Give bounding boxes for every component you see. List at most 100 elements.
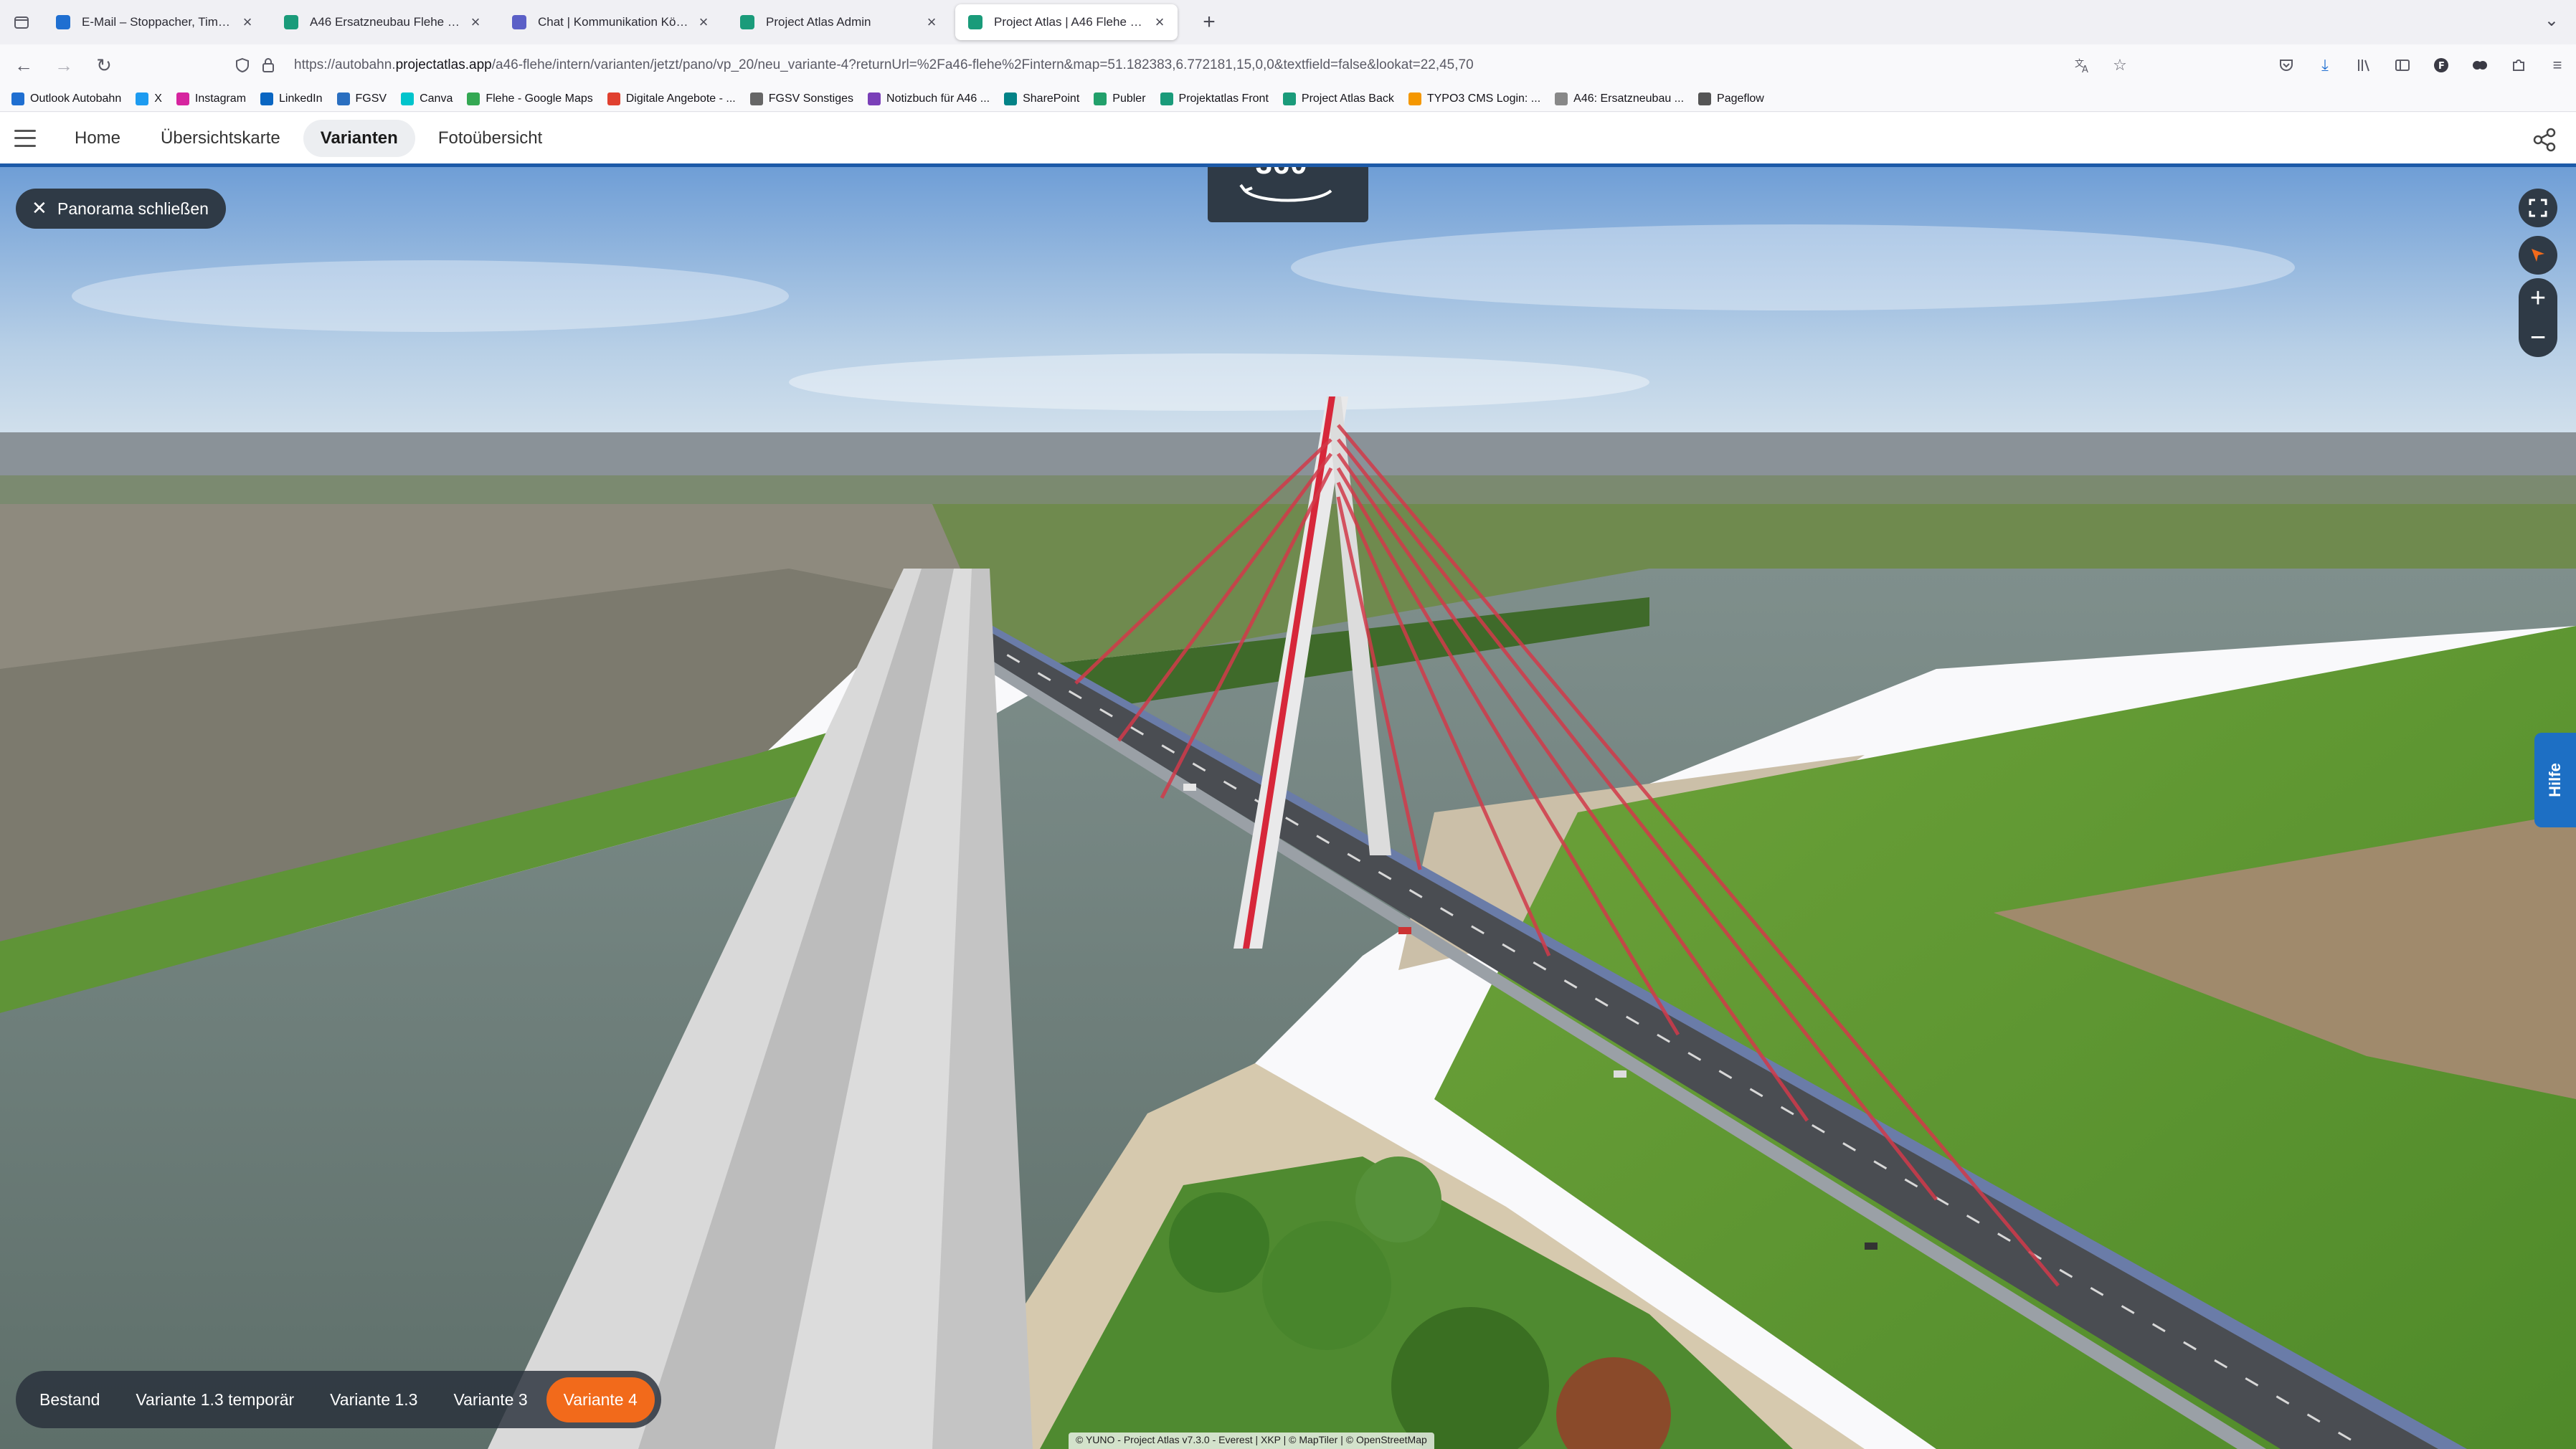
downloads-icon[interactable]: ⤓ — [2314, 54, 2336, 77]
help-label: Hilfe — [2546, 763, 2564, 797]
browser-tab[interactable]: Project Atlas Admin × — [727, 4, 950, 40]
zoom-control: + − — [2519, 278, 2557, 357]
bookmark-item[interactable]: Projektatlas Front — [1160, 92, 1269, 105]
sidebar-icon[interactable] — [2391, 54, 2414, 77]
fullscreen-button[interactable] — [2519, 189, 2557, 227]
browser-tab[interactable]: A46 Ersatzneubau Flehe | PJ A46 × — [271, 4, 493, 40]
bookmark-label: TYPO3 CMS Login: ... — [1426, 92, 1541, 105]
help-tab[interactable]: Hilfe — [2534, 733, 2576, 827]
bookmark-item[interactable]: X — [136, 92, 162, 105]
menu-icon[interactable]: ≡ — [2546, 54, 2569, 77]
bookmark-label: Canva — [420, 92, 453, 105]
bookmark-label: FGSV — [355, 92, 387, 105]
url-bar[interactable]: https://autobahn.projectatlas.app/a46-fl… — [229, 49, 2166, 82]
bookmark-label: Flehe - Google Maps — [486, 92, 593, 105]
variant-button[interactable]: Bestand — [22, 1377, 117, 1422]
bookmark-item[interactable]: Pageflow — [1698, 92, 1764, 105]
zoom-out-button[interactable]: − — [2530, 324, 2546, 351]
extension-mask-icon[interactable] — [2468, 54, 2491, 77]
bookmark-icon — [1408, 92, 1421, 105]
tab-close-icon[interactable]: × — [694, 13, 713, 32]
tab-close-icon[interactable]: × — [922, 13, 941, 32]
bookmark-label: X — [154, 92, 162, 105]
translate-icon[interactable]: 文A — [2071, 54, 2094, 77]
close-panorama-button[interactable]: ✕ Panorama schließen — [16, 189, 226, 229]
bookmark-item[interactable]: A46: Ersatzneubau ... — [1555, 92, 1684, 105]
nav-item-home[interactable]: Home — [57, 120, 138, 157]
bookmark-item[interactable]: FGSV Sonstiges — [749, 92, 854, 105]
nav-item-übersichtskarte[interactable]: Übersichtskarte — [143, 120, 298, 157]
lock-icon[interactable] — [255, 57, 281, 73]
bookmark-item[interactable]: Canva — [401, 92, 453, 105]
share-icon[interactable] — [2532, 127, 2557, 153]
nav-item-fotoübersicht[interactable]: Fotoübersicht — [421, 120, 559, 157]
forward-button[interactable]: → — [47, 49, 80, 82]
new-tab-button[interactable]: + — [1195, 10, 1223, 34]
bookmark-item[interactable]: TYPO3 CMS Login: ... — [1408, 92, 1540, 105]
variant-button[interactable]: Variante 1.3 temporär — [118, 1377, 311, 1422]
tab-overview-icon[interactable] — [0, 0, 43, 44]
bookmark-star-icon[interactable]: ☆ — [2108, 54, 2131, 77]
bookmark-label: FGSV Sonstiges — [768, 92, 854, 105]
panorama-viewer[interactable]: 360° ✕ Panorama schließen + − Hilfe Best… — [0, 167, 2576, 1449]
bookmark-item[interactable]: SharePoint — [1004, 92, 1079, 105]
variant-switcher: Bestand Variante 1.3 temporär Variante 1.3… — [16, 1371, 661, 1428]
variant-button[interactable]: Variante 4 — [546, 1377, 655, 1422]
compass-button[interactable] — [2519, 236, 2557, 275]
browser-tab[interactable]: Project Atlas | A46 Flehe 2.0 | Vi × — [955, 4, 1178, 40]
bookmark-icon — [607, 92, 620, 105]
tab-close-icon[interactable]: × — [1150, 13, 1169, 32]
tab-title: A46 Ersatzneubau Flehe | PJ A46 — [310, 15, 462, 29]
tab-favicon-icon — [512, 15, 526, 29]
browser-tab[interactable]: E-Mail – Stoppacher, Timo – Outlo × — [43, 4, 265, 40]
bookmark-icon — [1160, 92, 1173, 105]
bookmark-item[interactable]: Project Atlas Back — [1282, 92, 1394, 105]
close-panorama-label: Panorama schließen — [57, 199, 209, 218]
tab-title: Project Atlas Admin — [766, 15, 871, 29]
browser-tab[interactable]: Chat | Kommunikation Kölle | Micr × — [499, 4, 721, 40]
variant-button[interactable]: Variante 3 — [436, 1377, 544, 1422]
bookmark-item[interactable]: FGSV — [336, 92, 387, 105]
library-icon[interactable] — [2352, 54, 2375, 77]
tab-favicon-icon — [284, 15, 298, 29]
bookmark-icon — [176, 92, 189, 105]
panorama-image[interactable] — [0, 167, 2576, 1449]
bookmark-item[interactable]: Outlook Autobahn — [11, 92, 121, 105]
fullscreen-icon — [2529, 199, 2547, 217]
bookmark-item[interactable]: Flehe - Google Maps — [467, 92, 593, 105]
app-header: Home Übersichtskarte Varianten Fotoübersich… — [0, 113, 2576, 167]
bookmark-label: Digitale Angebote - ... — [625, 92, 736, 105]
nav-item-varianten[interactable]: Varianten — [303, 119, 415, 157]
tab-title: Project Atlas | A46 Flehe 2.0 | Vi — [994, 15, 1146, 29]
close-icon: ✕ — [32, 197, 47, 219]
url-text[interactable]: https://autobahn.projectatlas.app/a46-fl… — [294, 57, 1474, 73]
tab-favicon-icon — [968, 15, 982, 29]
tab-list-chevron-icon[interactable]: ⌄ — [2544, 10, 2559, 31]
pocket-icon[interactable] — [2275, 54, 2298, 77]
hamburger-menu-icon[interactable] — [14, 129, 36, 147]
browser-tab-bar: E-Mail – Stoppacher, Timo – Outlo×A46 Er… — [0, 0, 2576, 44]
bookmark-label: Outlook Autobahn — [30, 92, 122, 105]
zoom-in-button[interactable]: + — [2530, 285, 2546, 312]
extensions-puzzle-icon[interactable] — [2507, 54, 2530, 77]
shield-icon[interactable] — [229, 57, 255, 73]
reload-button[interactable]: ↻ — [87, 49, 120, 82]
bookmark-item[interactable]: Digitale Angebote - ... — [607, 92, 736, 105]
back-button[interactable]: ← — [7, 49, 40, 82]
tab-close-icon[interactable]: × — [238, 13, 257, 32]
bookmark-item[interactable]: Instagram — [176, 92, 246, 105]
tab-favicon-icon — [740, 15, 754, 29]
bookmark-item[interactable]: Publer — [1094, 92, 1146, 105]
bookmark-item[interactable]: Notizbuch für A46 ... — [868, 92, 990, 105]
bookmark-icon — [1004, 92, 1018, 105]
bookmark-label: SharePoint — [1023, 92, 1080, 105]
bookmark-label: Project Atlas Back — [1301, 92, 1394, 105]
bookmark-item[interactable]: LinkedIn — [260, 92, 323, 105]
tab-close-icon[interactable]: × — [466, 13, 485, 32]
browser-navigation-bar: ← → ↻ https://autobahn.projectatlas.app/… — [0, 44, 2576, 86]
bookmark-icon — [868, 92, 881, 105]
bookmark-label: Notizbuch für A46 ... — [886, 92, 990, 105]
bookmark-icon — [1094, 92, 1107, 105]
extension-f-icon[interactable]: F — [2430, 54, 2453, 77]
variant-button[interactable]: Variante 1.3 — [313, 1377, 435, 1422]
